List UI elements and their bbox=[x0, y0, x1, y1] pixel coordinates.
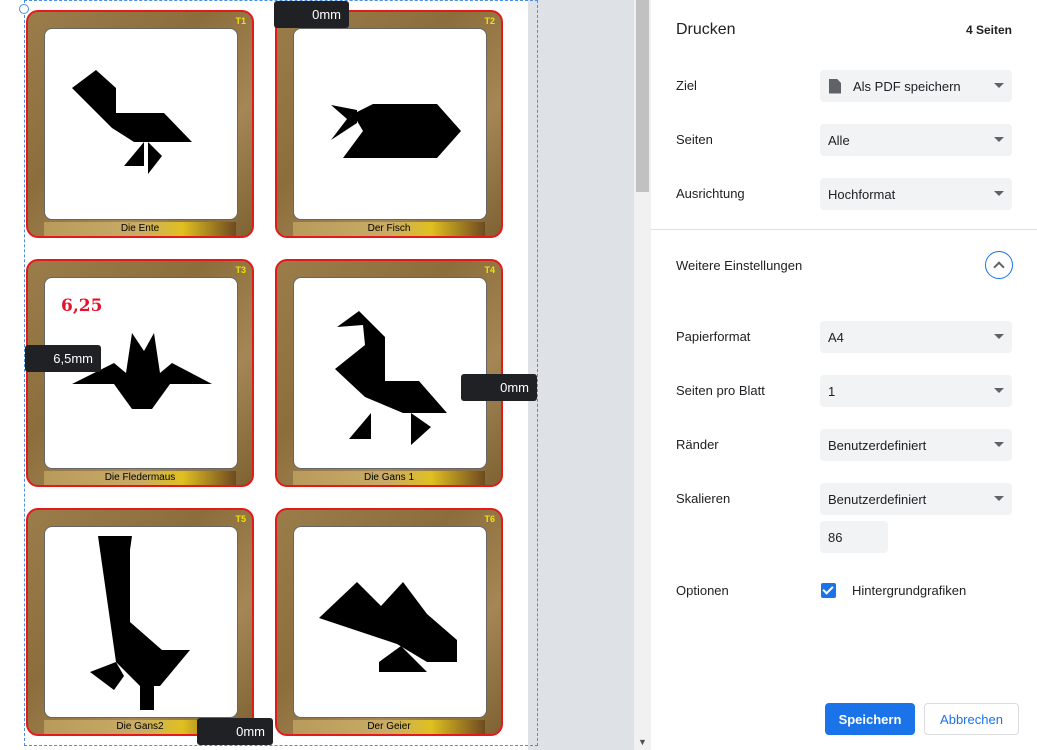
page-count: 4 Seiten bbox=[965, 23, 1012, 37]
pages-per-sheet-label: Seiten pro Blatt bbox=[676, 383, 765, 398]
paper-size-select[interactable]: A4 bbox=[820, 321, 1012, 353]
chevron-down-icon bbox=[994, 191, 1004, 196]
panel-title: Drucken bbox=[676, 21, 736, 38]
scale-custom-input[interactable]: 86 bbox=[820, 521, 888, 553]
scroll-down-icon[interactable]: ▼ bbox=[638, 737, 647, 747]
document-icon bbox=[829, 78, 841, 94]
duck-shape-icon bbox=[72, 70, 192, 174]
scrollbar-thumb[interactable] bbox=[636, 0, 649, 192]
cancel-button[interactable]: Abbrechen bbox=[924, 703, 1019, 735]
card-label: Der Fisch bbox=[367, 223, 411, 234]
margins-label: Ränder bbox=[676, 437, 719, 452]
print-preview-area: T1 Die Ente T2 Der Fisch T3 Die Flederma… bbox=[0, 0, 634, 750]
margin-left-tag[interactable]: 6,5mm bbox=[25, 345, 101, 372]
chevron-down-icon bbox=[994, 83, 1004, 88]
chevron-down-icon bbox=[994, 388, 1004, 393]
chevron-down-icon bbox=[994, 137, 1004, 142]
pages-per-sheet-select[interactable]: 1 bbox=[820, 375, 1012, 407]
destination-value: Als PDF speichern bbox=[853, 78, 961, 94]
collapse-settings-button[interactable] bbox=[985, 251, 1013, 279]
preview-page: T1 Die Ente T2 Der Fisch T3 Die Flederma… bbox=[0, 0, 528, 750]
margin-bottom-tag[interactable]: 0mm bbox=[197, 718, 273, 745]
options-label: Optionen bbox=[676, 583, 729, 598]
goose2-shape-icon bbox=[90, 536, 190, 710]
vulture-shape-icon bbox=[319, 582, 457, 672]
background-graphics-label[interactable]: Hintergrundgrafiken bbox=[852, 583, 966, 598]
scale-label: Skalieren bbox=[676, 491, 731, 506]
pages-label: Seiten bbox=[676, 132, 713, 147]
section-divider bbox=[651, 229, 1037, 230]
paper-size-value: A4 bbox=[828, 329, 844, 345]
chevron-up-icon bbox=[993, 261, 1005, 273]
preview-scrollbar[interactable]: ▼ bbox=[634, 0, 651, 750]
card-t3: T3 Die Fledermaus bbox=[26, 259, 254, 487]
fish-shape-icon bbox=[331, 104, 461, 158]
pages-value: Alle bbox=[828, 132, 850, 148]
more-settings-label[interactable]: Weitere Einstellungen bbox=[676, 258, 802, 273]
card-number: T2 bbox=[484, 16, 495, 26]
card-t6: T6 Der Geier bbox=[275, 508, 503, 736]
margins-select[interactable]: Benutzerdefiniert bbox=[820, 429, 1012, 461]
chevron-down-icon bbox=[994, 334, 1004, 339]
margin-top-tag[interactable]: 0mm bbox=[274, 1, 349, 28]
background-graphics-checkbox[interactable] bbox=[821, 583, 836, 598]
orientation-value: Hochformat bbox=[828, 186, 896, 202]
margin-right-tag[interactable]: 0mm bbox=[461, 374, 537, 401]
goose-shape-icon bbox=[335, 311, 447, 445]
card-t1: T1 Die Ente bbox=[26, 10, 254, 238]
save-button[interactable]: Speichern bbox=[825, 703, 915, 735]
card-number: T6 bbox=[484, 514, 495, 524]
pages-per-sheet-value: 1 bbox=[828, 383, 836, 399]
card-number: T4 bbox=[484, 265, 495, 275]
card-t4: T4 Die Gans 1 bbox=[275, 259, 503, 487]
destination-label: Ziel bbox=[676, 78, 697, 93]
destination-select[interactable]: Als PDF speichern bbox=[820, 70, 1012, 102]
print-settings-panel: Drucken 4 Seiten Ziel Als PDF speichern … bbox=[651, 0, 1037, 750]
margins-value: Benutzerdefiniert bbox=[828, 437, 927, 453]
scale-value: Benutzerdefiniert bbox=[828, 491, 927, 507]
chevron-down-icon bbox=[994, 496, 1004, 501]
card-t2: T2 Der Fisch bbox=[275, 10, 503, 238]
handwritten-annotation: 6,25 bbox=[61, 296, 103, 316]
card-label: Die Gans 1 bbox=[363, 472, 415, 483]
card-number: T5 bbox=[235, 514, 246, 524]
chevron-down-icon bbox=[994, 442, 1004, 447]
card-number: T1 bbox=[235, 16, 246, 26]
card-label: Die Ente bbox=[120, 223, 160, 234]
orientation-label: Ausrichtung bbox=[676, 186, 745, 201]
paper-size-label: Papierformat bbox=[676, 329, 751, 344]
card-label: Die Fledermaus bbox=[104, 472, 176, 483]
orientation-select[interactable]: Hochformat bbox=[820, 178, 1012, 210]
margin-guide-handle[interactable] bbox=[19, 4, 29, 14]
card-t5: T5 Die Gans2 bbox=[26, 508, 254, 736]
card-number: T3 bbox=[235, 265, 246, 275]
pages-select[interactable]: Alle bbox=[820, 124, 1012, 156]
card-label: Der Geier bbox=[367, 721, 411, 732]
scale-select[interactable]: Benutzerdefiniert bbox=[820, 483, 1012, 515]
